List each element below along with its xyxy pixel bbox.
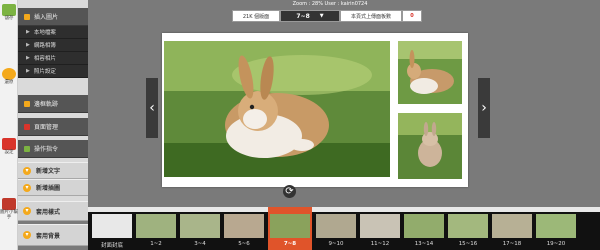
save-tool[interactable]: 儲存 — [0, 4, 18, 22]
image-helper-tool[interactable]: 圖片小幫手 — [0, 198, 18, 220]
filmstrip-scrollbar[interactable] — [88, 207, 600, 212]
thumbnail-label: 封面封底 — [100, 243, 123, 249]
thumbnail-label: 5~6 — [238, 241, 250, 247]
settings-icon — [2, 138, 16, 150]
apply-style-label: 套用樣式 — [36, 208, 61, 216]
page-icon — [24, 123, 30, 130]
plus-icon: ▾ — [23, 231, 31, 239]
next-page-button[interactable]: › — [478, 78, 490, 138]
save-tool-label: 儲存 — [4, 16, 14, 21]
menu-insert-image-label: 插入圖片 — [34, 14, 59, 21]
settings-tool[interactable]: 設定 — [0, 138, 18, 156]
arrow-right-icon: ▶ — [26, 29, 30, 35]
undo-tool[interactable]: 還原 — [0, 68, 18, 86]
thumbnail-13-14[interactable] — [404, 214, 444, 238]
undo-tool-label: 還原 — [4, 80, 14, 85]
page-preview — [162, 33, 468, 187]
apply-style-button[interactable]: ▾ 套用樣式 — [18, 201, 88, 221]
thumbnail-1-2[interactable] — [136, 214, 176, 238]
arrow-right-icon: ▶ — [26, 42, 30, 48]
zoom-user-info: Zoom : 28% User : kairin0724 — [292, 1, 368, 7]
menu-sub-compatible-photos[interactable]: ▶ 相容相片 — [18, 52, 88, 65]
image-helper-label: 圖片小幫手 — [0, 210, 18, 220]
thumbnail-label: 17~18 — [502, 241, 522, 247]
thumbnail-11-12[interactable] — [360, 214, 400, 238]
menu-commands[interactable]: 操作指令 — [18, 140, 88, 158]
rabbit-photo-bottom-right[interactable] — [398, 113, 462, 179]
prev-page-button[interactable]: ‹ — [146, 78, 158, 138]
add-text-label: 新增文字 — [36, 168, 61, 175]
layout-count-box[interactable]: 21K 個版面 — [232, 10, 280, 22]
apply-background-button[interactable]: ▾ 套用背景 — [18, 224, 88, 246]
thumbnail-label: 9~10 — [328, 241, 344, 247]
rabbit-photos — [164, 41, 462, 179]
thumbnail-3-4[interactable] — [180, 214, 220, 238]
page-filmstrip: 封面封底 1~2 3~4 5~6 7~8 9~10 11~12 13~14 15… — [88, 207, 600, 250]
menu-sub-web-album[interactable]: ▶ 網路相簿 — [18, 39, 88, 52]
command-icon — [24, 145, 30, 152]
menu-sub-label: 照片設定 — [33, 69, 56, 75]
border-icon — [24, 100, 30, 107]
thumbnail-19-20[interactable] — [536, 214, 576, 238]
settings-tool-label: 設定 — [4, 150, 14, 155]
menu-sub-local-file[interactable]: ▶ 本地檔案 — [18, 26, 88, 39]
thumbnail-label: 1~2 — [150, 241, 162, 247]
menu-commands-label: 操作指令 — [34, 146, 59, 153]
thumbnail-17-18[interactable] — [492, 214, 532, 238]
top-controls: 21K 個版面 7~8 ▼ 本頁式上傳面板數 0 — [232, 10, 422, 22]
add-illustration-label: 新增插圖 — [36, 185, 61, 192]
page-selector[interactable]: 7~8 ▼ — [280, 10, 340, 22]
thumbnail-cover[interactable] — [92, 214, 132, 238]
arrow-right-icon: ▶ — [26, 55, 30, 61]
menu-page-management-label: 頁面管理 — [34, 124, 59, 131]
plus-icon: ▾ — [23, 166, 31, 175]
thumbnail-label: 15~16 — [458, 241, 478, 247]
thumbnail-label-selected: 7~8 — [283, 241, 297, 247]
thumbnail-label: 11~12 — [370, 241, 390, 247]
image-icon — [24, 13, 30, 20]
large-rabbit-photo[interactable] — [164, 41, 390, 177]
add-text-button[interactable]: ▾ 新增文字 — [18, 162, 88, 179]
thumbnail-label: 3~4 — [194, 241, 206, 247]
menu-panel: 插入圖片 ▶ 本地檔案 ▶ 網路相簿 ▶ 相容相片 ▶ 照片設定 邊框軌跡 頁面… — [18, 0, 88, 207]
menu-sub-label: 本地檔案 — [33, 30, 56, 36]
chevron-down-icon: ▼ — [319, 13, 324, 19]
thumbnail-9-10[interactable] — [316, 214, 356, 238]
thumbnail-7-8[interactable] — [270, 214, 310, 238]
undo-icon — [2, 68, 16, 80]
menu-sub-label: 網路相簿 — [33, 43, 56, 49]
menu-sub-photo-settings[interactable]: ▶ 照片設定 — [18, 65, 88, 78]
upload-count: 0 — [402, 10, 422, 22]
save-icon — [2, 4, 16, 16]
plus-icon: ▾ — [23, 183, 31, 192]
arrow-right-icon: ▶ — [26, 68, 30, 74]
upload-panel-label: 本頁式上傳面板數 — [340, 10, 402, 22]
page-selector-value: 7~8 — [296, 12, 310, 20]
menu-border-track-label: 邊框軌跡 — [34, 101, 59, 108]
thumbnail-15-16[interactable] — [448, 214, 488, 238]
thumbnail-label: 19~20 — [546, 241, 566, 247]
apply-background-label: 套用背景 — [36, 232, 61, 240]
rabbit-photo-top-right[interactable] — [398, 41, 462, 104]
thumbnail-5-6[interactable] — [224, 214, 264, 238]
menu-border-track[interactable]: 邊框軌跡 — [18, 95, 88, 113]
refresh-icon[interactable]: ⟳ — [283, 185, 296, 198]
menu-insert-image[interactable]: 插入圖片 — [18, 8, 88, 26]
menu-page-management[interactable]: 頁面管理 — [18, 118, 88, 136]
tool-column: 儲存 還原 設定 圖片小幫手 — [0, 0, 18, 250]
plus-icon: ▾ — [23, 207, 31, 215]
tools-icon — [2, 198, 16, 210]
menu-sub-label: 相容相片 — [33, 56, 56, 62]
thumbnail-label: 13~14 — [414, 241, 434, 247]
add-illustration-button[interactable]: ▾ 新增插圖 — [18, 179, 88, 196]
